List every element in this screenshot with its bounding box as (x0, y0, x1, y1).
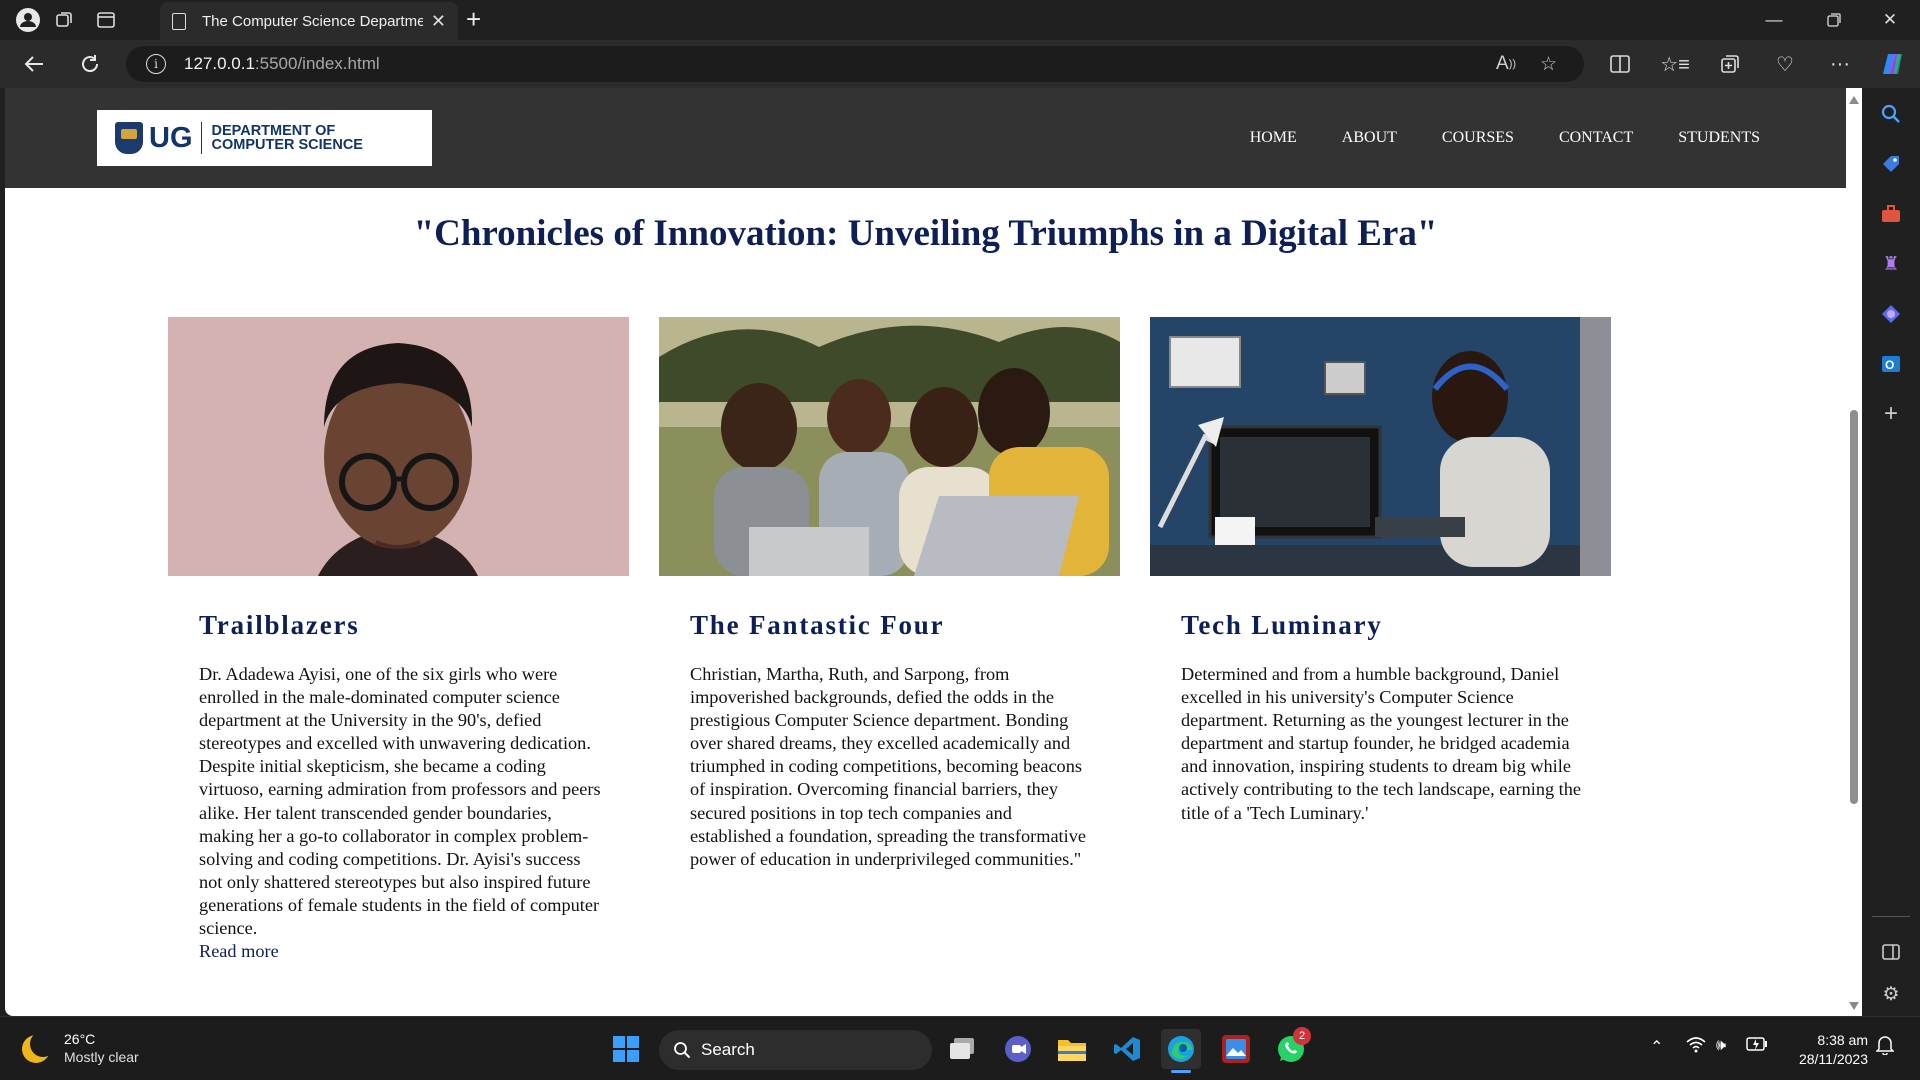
taskbar-search-label: Search (701, 1040, 755, 1059)
photos-app-icon[interactable] (1216, 1029, 1256, 1069)
edge-browser-icon[interactable] (1161, 1029, 1201, 1073)
system-clock[interactable]: 8:38 am 28/11/2023 (1799, 1031, 1868, 1069)
page-title: "Chronicles of Innovation: Unveiling Tri… (413, 213, 1438, 254)
browser-essentials-icon[interactable]: ♡ (1765, 44, 1805, 84)
logo-divider (200, 122, 202, 154)
developer-desk-image (1150, 317, 1611, 576)
nav-courses[interactable]: COURSES (1442, 129, 1514, 147)
taskbar-search[interactable]: Search (659, 1030, 932, 1070)
sidebar-divider (1872, 916, 1910, 917)
minimize-icon[interactable]: — (1746, 0, 1802, 40)
read-aloud-icon[interactable]: A)) (1496, 46, 1516, 82)
logo-dept-line2: COMPUTER SCIENCE (211, 137, 363, 153)
scroll-down-arrow-icon[interactable] (1849, 1002, 1859, 1010)
wifi-icon[interactable] (1686, 1037, 1706, 1058)
notification-badge: 2 (1293, 1027, 1311, 1045)
edge-sidebar: ♜ O + ⚙ (1862, 88, 1920, 1016)
card-body: Christian, Martha, Ruth, and Sarpong, fr… (690, 664, 1086, 869)
copilot-icon[interactable] (1873, 44, 1913, 84)
address-bar[interactable]: i 127.0.0.1:5500/index.html A)) ☆ (126, 46, 1584, 82)
restore-icon[interactable] (1806, 0, 1862, 40)
page-scrollbar[interactable] (1846, 88, 1862, 1016)
file-explorer-icon[interactable] (1052, 1029, 1092, 1069)
profile-icon[interactable] (8, 0, 48, 40)
vscode-icon[interactable] (1107, 1029, 1147, 1069)
weather-widget[interactable]: 26°C Mostly clear (22, 1031, 139, 1067)
logo-ug-text: UG (149, 121, 193, 154)
shopping-tag-icon[interactable] (1879, 152, 1903, 176)
close-window-icon[interactable]: ✕ (1862, 0, 1918, 40)
card-heading: Trailblazers (199, 610, 360, 640)
scroll-thumb[interactable] (1850, 410, 1858, 804)
taskbar-search-icon (674, 1042, 691, 1059)
logo-dept-text: DEPARTMENT OF COMPUTER SCIENCE (211, 124, 363, 153)
favorite-star-icon[interactable]: ☆ (1540, 46, 1557, 82)
page-icon (172, 12, 186, 30)
tray-overflow-icon[interactable]: ⌃ (1650, 1037, 1663, 1057)
story-card-tech-luminary: Tech Luminary Determined and from a humb… (1150, 317, 1611, 825)
url-host: 127.0.0.1 (184, 54, 255, 73)
ug-logo[interactable]: UG DEPARTMENT OF COMPUTER SCIENCE (97, 110, 432, 166)
start-windows-icon[interactable] (606, 1029, 646, 1069)
card-heading: Tech Luminary (1181, 610, 1383, 640)
story-card-fantastic-four: The Fantastic Four Christian, Martha, Ru… (659, 317, 1120, 871)
battery-icon[interactable] (1746, 1037, 1768, 1056)
weather-temperature: 26°C (64, 1031, 96, 1047)
main-nav: HOME ABOUT COURSES CONTACT STUDENTS (1250, 88, 1760, 188)
card-heading: The Fantastic Four (690, 610, 945, 640)
volume-icon[interactable]: 🕪 (1716, 1037, 1726, 1055)
vertical-tabs-icon[interactable] (86, 0, 126, 40)
task-view-icon[interactable] (942, 1029, 982, 1069)
clock-date: 28/11/2023 (1798, 1051, 1868, 1067)
games-icon[interactable]: ♜ (1879, 252, 1903, 276)
site-header: UG DEPARTMENT OF COMPUTER SCIENCE HOME A… (5, 88, 1846, 188)
page-viewport: UG DEPARTMENT OF COMPUTER SCIENCE HOME A… (5, 88, 1846, 1016)
hide-sidebar-icon[interactable] (1879, 940, 1903, 964)
scroll-up-arrow-icon[interactable] (1849, 96, 1859, 104)
settings-gear-icon[interactable]: ⚙ (1879, 982, 1903, 1006)
outlook-icon[interactable]: O (1879, 352, 1903, 376)
favorites-icon[interactable]: ☆≡ (1655, 44, 1695, 84)
back-icon[interactable] (14, 44, 54, 84)
story-card-trailblazers: Trailblazers Dr. Adadewa Ayisi, one of t… (168, 317, 629, 963)
tools-icon[interactable] (1879, 202, 1903, 226)
tab-title: The Computer Science Department (202, 12, 423, 30)
url-path: :5500/index.html (254, 54, 380, 73)
notification-bell-icon[interactable] (1875, 1035, 1895, 1060)
active-app-indicator (1171, 1070, 1191, 1073)
group-students-image (659, 317, 1120, 576)
split-screen-icon[interactable] (1600, 44, 1640, 84)
browser-tab-bar: The Computer Science Department ✕ + — ✕ (0, 0, 1920, 40)
weather-condition: Mostly clear (64, 1049, 139, 1065)
clock-time: 8:38 am (1817, 1032, 1868, 1048)
address-bar-row: i 127.0.0.1:5500/index.html A)) ☆ ☆≡ ♡ ·… (0, 40, 1920, 88)
nav-home[interactable]: HOME (1250, 129, 1297, 147)
card-body: Dr. Adadewa Ayisi, one of the six girls … (199, 664, 601, 939)
moon-weather-icon (22, 1031, 56, 1063)
windows-taskbar: 26°C Mostly clear Search 2 ⌃ 🕪 8:38 am 2… (0, 1016, 1920, 1080)
ug-crest-icon (115, 122, 143, 154)
whatsapp-icon[interactable]: 2 (1271, 1027, 1311, 1069)
site-info-icon[interactable]: i (146, 54, 166, 74)
nav-contact[interactable]: CONTACT (1559, 129, 1633, 147)
close-tab-icon[interactable]: ✕ (431, 11, 446, 32)
read-more-link[interactable]: Read more (199, 940, 629, 963)
card-body: Determined and from a humble background,… (1181, 664, 1582, 823)
svg-text:O: O (1885, 358, 1894, 372)
collections-icon[interactable] (1710, 44, 1750, 84)
teams-chat-icon[interactable] (998, 1029, 1038, 1069)
new-tab-button[interactable]: + (466, 4, 481, 35)
add-sidebar-app-icon[interactable]: + (1879, 400, 1903, 427)
search-icon[interactable] (1879, 102, 1903, 126)
copilot-sidebar-icon[interactable] (1879, 302, 1903, 326)
nav-students[interactable]: STUDENTS (1678, 129, 1760, 147)
nav-about[interactable]: ABOUT (1342, 129, 1397, 147)
workspaces-icon[interactable] (44, 0, 84, 40)
refresh-icon[interactable] (70, 44, 110, 84)
more-options-icon[interactable]: ··· (1820, 44, 1860, 84)
portrait-image (168, 317, 629, 576)
tab-active[interactable]: The Computer Science Department ✕ (160, 2, 458, 40)
